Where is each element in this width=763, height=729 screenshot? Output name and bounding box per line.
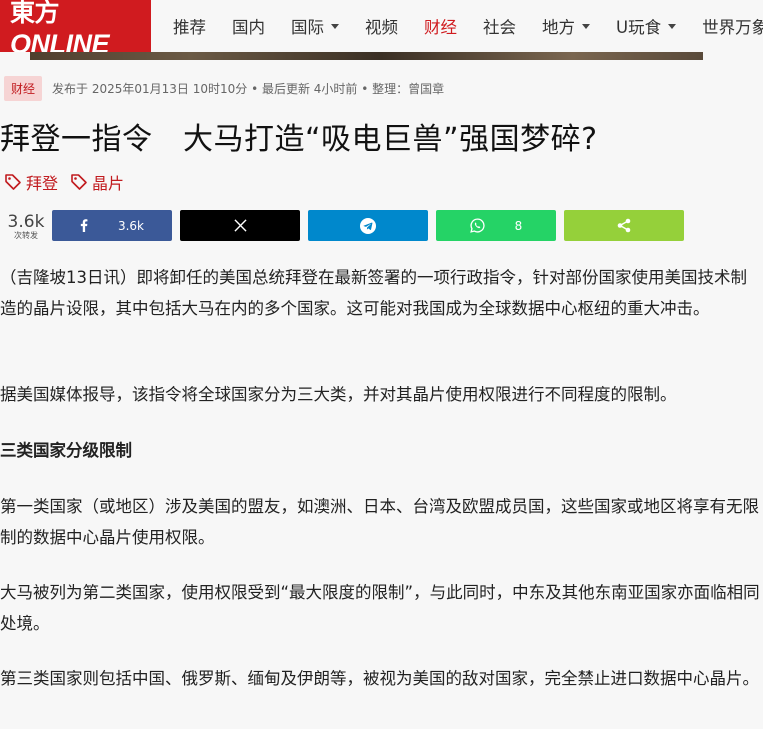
nav-item[interactable]: 世界万象 <box>689 14 763 38</box>
tag-label: 晶片 <box>92 174 125 193</box>
caret-down-icon <box>582 23 590 29</box>
share-icon <box>617 218 631 233</box>
article-paragraph: 第一类国家（或地区）涉及美国的盟友，如澳洲、日本、台湾及欧盟成员国，这些国家或地… <box>0 497 759 547</box>
x-share-button[interactable] <box>180 210 300 241</box>
nav-item[interactable]: 国际 <box>278 14 352 38</box>
whatsapp-icon <box>469 218 485 233</box>
nav-item-label: U玩食 <box>616 18 662 37</box>
category-badge[interactable]: 财经 <box>4 75 43 101</box>
nav-menu: 推荐 国内 国际 视频 财经 社会 地方 U玩食 世界万象 <box>160 0 763 52</box>
telegram-share-button[interactable] <box>308 210 428 241</box>
nav-item[interactable]: 财经 <box>411 14 470 38</box>
hero-image-strip <box>0 52 763 60</box>
share-total-count: 3.6k <box>7 212 45 232</box>
article-subheading: 三类国家分级限制 <box>0 441 132 460</box>
nav-item[interactable]: U玩食 <box>603 14 689 38</box>
tag-icon <box>5 174 21 190</box>
x-icon <box>233 219 247 232</box>
share-total-label: 次转发 <box>14 231 38 240</box>
caret-down-icon <box>331 23 339 29</box>
whatsapp-share-count: 8 <box>514 218 523 233</box>
nav-item[interactable]: 国内 <box>219 14 278 38</box>
nav-item-label: 社会 <box>483 18 516 37</box>
whatsapp-share-button[interactable]: 8 <box>436 210 556 241</box>
article-paragraph: 据美国媒体报导，该指令将全球国家分为三大类，并对其晶片使用权限进行不同程度的限制… <box>0 385 677 404</box>
site-logo[interactable]: 東方ONLINE <box>0 0 151 59</box>
nav-item[interactable]: 推荐 <box>160 14 219 38</box>
facebook-icon <box>80 219 88 232</box>
more-share-button[interactable] <box>564 210 684 241</box>
article-paragraph: （吉隆坡13日讯）即将卸任的美国总统拜登在最新签署的一项行政指令，针对部份国家使… <box>0 268 747 318</box>
article-paragraph: 第三类国家则包括中国、俄罗斯、缅甸及伊朗等，被视为美国的敌对国家，完全禁止进口数… <box>0 669 759 688</box>
publish-info: 发布于 2025年01月13日 10时10分 • 最后更新 4小时前 • 整理：… <box>52 81 445 96</box>
article-paragraph: 大马被列为第二类国家，使用权限受到“最大限度的限制”，与此同时，中东及其他东南亚… <box>0 583 760 633</box>
nav-item-label: 国内 <box>232 18 265 37</box>
nav-item[interactable]: 视频 <box>352 14 411 38</box>
facebook-share-button[interactable]: 3.6k <box>52 210 172 241</box>
nav-item-label: 财经 <box>424 18 457 37</box>
article-title: 拜登一指令 大马打造“吸电巨兽”强国梦碎? <box>0 122 598 157</box>
telegram-icon <box>360 217 376 234</box>
caret-down-icon <box>668 23 677 29</box>
nav-item[interactable]: 地方 <box>529 14 603 38</box>
tag-biden[interactable]: 拜登 <box>4 170 58 194</box>
tag-icon <box>71 174 87 190</box>
article-tags: 拜登 晶片 <box>4 170 136 194</box>
logo-cn-text: 東方 <box>10 0 60 27</box>
nav-item[interactable]: 社会 <box>470 14 529 38</box>
nav-item-label: 世界万象 <box>702 18 763 37</box>
facebook-share-count: 3.6k <box>117 218 145 233</box>
share-total: 3.6k 次转发 <box>6 213 46 241</box>
nav-item-label: 推荐 <box>173 18 206 37</box>
nav-item-label: 国际 <box>291 18 324 37</box>
nav-item-label: 地方 <box>542 18 575 37</box>
top-navigation: 東方ONLINE 推荐 国内 国际 视频 财经 社会 地方 U玩食 世界万象 <box>0 0 763 59</box>
nav-item-label: 视频 <box>365 18 398 37</box>
tag-label: 拜登 <box>26 174 59 193</box>
tag-chip[interactable]: 晶片 <box>70 170 124 194</box>
article-meta: 财经 发布于 2025年01月13日 10时10分 • 最后更新 4小时前 • … <box>4 75 445 101</box>
